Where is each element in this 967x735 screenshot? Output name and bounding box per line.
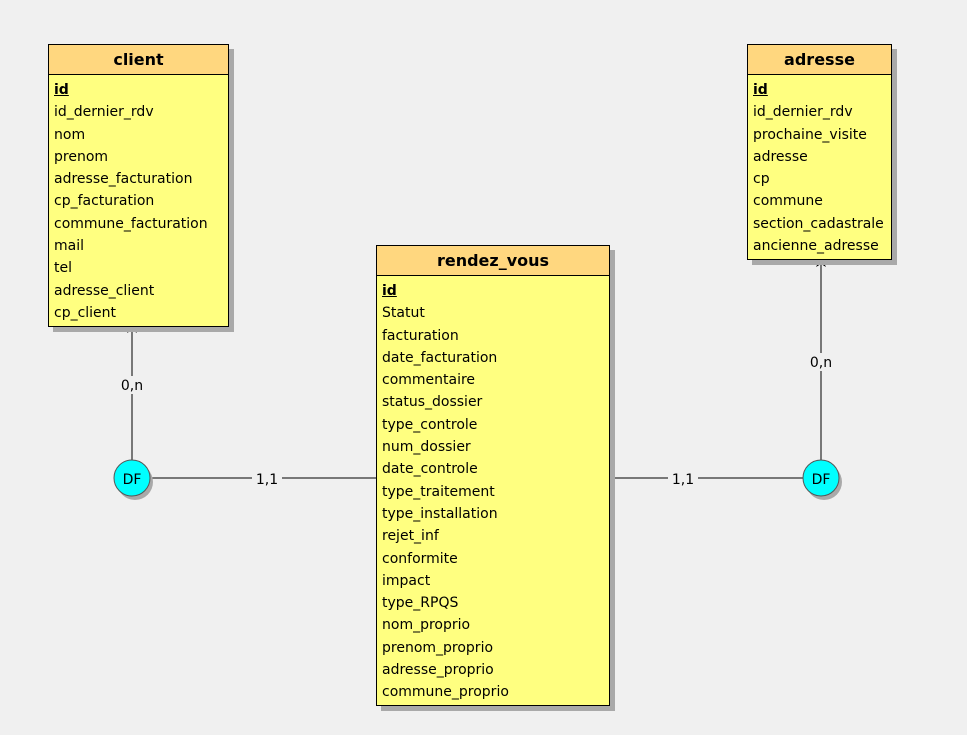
entity-adresse[interactable]: adresse id id_dernier_rdv prochaine_visi… <box>747 44 892 260</box>
attr-rdv-status-dossier: status_dossier <box>382 394 483 411</box>
card-client-0n: 0,n <box>121 378 143 394</box>
attr-client-tel: tel <box>54 260 72 277</box>
attr-adresse-ancienne-adresse: ancienne_adresse <box>753 238 879 255</box>
attr-adresse-cp: cp <box>753 171 770 188</box>
attr-rdv-adresse-proprio: adresse_proprio <box>382 662 494 679</box>
entity-client[interactable]: client id id_dernier_rdv nom prenom adre… <box>48 44 229 327</box>
attr-rdv-type-controle: type_controle <box>382 416 478 433</box>
attr-adresse-prochaine-visite: prochaine_visite <box>753 126 867 143</box>
attr-client-cp-facturation: cp_facturation <box>54 193 155 210</box>
attr-rdv-type-rpqs: type_RPQS <box>382 595 459 612</box>
attr-rdv-num-dossier: num_dossier <box>382 439 471 456</box>
attr-rdv-id: id <box>382 283 397 299</box>
attr-adresse-section-cadastrale: section_cadastrale <box>753 215 884 232</box>
attr-adresse-id-dernier-rdv: id_dernier_rdv <box>753 104 853 121</box>
card-client-rdv-11: 1,1 <box>256 472 278 488</box>
card-adresse-rdv-11: 1,1 <box>672 472 694 488</box>
entity-rendez-vous-title: rendez_vous <box>377 246 609 276</box>
card-adresse-0n: 0,n <box>810 355 832 371</box>
attr-adresse-id: id <box>753 82 768 98</box>
attr-rdv-commune-proprio: commune_proprio <box>382 684 509 701</box>
attr-rdv-date-controle: date_controle <box>382 461 478 478</box>
attr-rdv-prenom-proprio: prenom_proprio <box>382 639 494 656</box>
attr-client-nom: nom <box>54 126 86 143</box>
df-client-label: DF <box>123 472 142 488</box>
attr-client-id-dernier-rdv: id_dernier_rdv <box>54 104 154 121</box>
attr-rdv-impact: impact <box>382 572 431 589</box>
df-client-relationship[interactable]: DF <box>113 459 153 500</box>
attr-client-cp-client: cp_client <box>54 304 117 321</box>
attr-rdv-rejet-inf: rejet_inf <box>382 528 439 545</box>
attr-rdv-facturation: facturation <box>382 327 459 344</box>
entity-rendez-vous-attributes: id Statut facturation date_facturation c… <box>377 276 609 704</box>
attr-rdv-commentaire: commentaire <box>382 372 476 389</box>
entity-rendez-vous[interactable]: rendez_vous id Statut facturation date_f… <box>376 245 610 706</box>
attr-rdv-nom-proprio: nom_proprio <box>382 617 471 634</box>
attr-client-adresse-client: adresse_client <box>54 282 155 299</box>
attr-rdv-type-installation: type_installation <box>382 505 498 522</box>
attr-rdv-statut: Statut <box>382 305 425 322</box>
attr-rdv-conformite: conformite <box>382 550 458 567</box>
attr-adresse-commune: commune <box>753 193 823 210</box>
attr-client-adresse-facturation: adresse_facturation <box>54 171 193 188</box>
attr-client-mail: mail <box>54 238 84 255</box>
attr-client-commune-facturation: commune_facturation <box>54 215 208 232</box>
attr-adresse-adresse: adresse <box>753 148 808 165</box>
entity-adresse-title: adresse <box>748 45 891 75</box>
entity-adresse-attributes: id id_dernier_rdv prochaine_visite adres… <box>748 75 891 257</box>
attr-rdv-date-facturation: date_facturation <box>382 349 498 366</box>
mcd-diagram-canvas: 0,n 1,1 0,n 1,1 DF DF client id id_derni… <box>0 0 967 735</box>
attr-client-prenom: prenom <box>54 148 109 165</box>
entity-client-attributes: id id_dernier_rdv nom prenom adresse_fac… <box>49 75 228 324</box>
entity-client-title: client <box>49 45 228 75</box>
attr-client-id: id <box>54 82 69 98</box>
df-adresse-relationship[interactable]: DF <box>802 459 842 500</box>
df-adresse-label: DF <box>812 472 831 488</box>
attr-rdv-type-traitement: type_traitement <box>382 483 495 500</box>
